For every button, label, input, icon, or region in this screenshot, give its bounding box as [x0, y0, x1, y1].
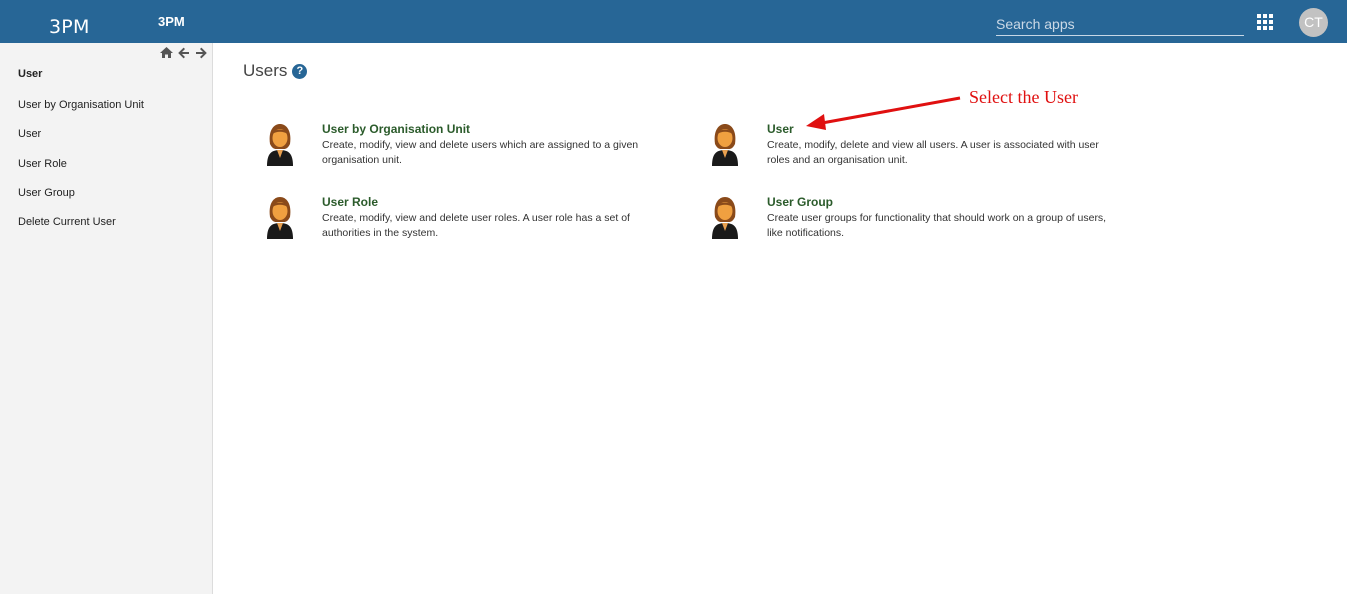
- apps-grid-icon[interactable]: [1257, 14, 1273, 30]
- annotation-arrow-icon: [806, 96, 961, 130]
- search-apps-input[interactable]: [996, 12, 1244, 36]
- card-description: Create user groups for functionality tha…: [767, 212, 1107, 239]
- card-title[interactable]: User Role: [322, 195, 378, 209]
- sidebar-item-user-group[interactable]: User Group: [18, 187, 144, 216]
- card-user-by-org-unit: User by Organisation Unit Create, modify…: [262, 122, 662, 182]
- annotation-label: Select the User: [969, 87, 1078, 107]
- sidebar-item-user-by-org-unit[interactable]: User by Organisation Unit: [18, 99, 144, 128]
- sidebar-menu: User by Organisation Unit User User Role…: [18, 99, 144, 245]
- question-circle-icon[interactable]: ?: [292, 63, 308, 79]
- sidebar-item-user[interactable]: User: [18, 128, 144, 157]
- card-description: Create, modify, view and delete user rol…: [322, 212, 630, 239]
- card-user-group: User Group Create user groups for functi…: [707, 195, 1107, 255]
- sidebar-title: User: [18, 68, 43, 80]
- card-title[interactable]: User by Organisation Unit: [322, 122, 470, 136]
- user-avatar[interactable]: CT: [1299, 8, 1328, 37]
- card-user-role: User Role Create, modify, view and delet…: [262, 195, 662, 255]
- app-logo[interactable]: 3PM: [49, 16, 90, 38]
- user-person-icon[interactable]: [262, 195, 298, 239]
- sidebar: User User by Organisation Unit User User…: [0, 43, 213, 594]
- home-icon[interactable]: [160, 47, 173, 59]
- card-title[interactable]: User: [767, 122, 794, 136]
- top-header-bar: 3PM 3PM CT: [0, 0, 1347, 43]
- card-title[interactable]: User Group: [767, 195, 833, 209]
- sidebar-item-delete-current-user[interactable]: Delete Current User: [18, 216, 144, 245]
- page-title-text: Users: [243, 61, 288, 80]
- sidebar-nav-icons: [160, 47, 207, 59]
- page-title: Users ?: [243, 61, 308, 81]
- app-title: 3PM: [158, 14, 185, 29]
- sidebar-item-user-role[interactable]: User Role: [18, 158, 144, 187]
- user-person-icon[interactable]: [262, 122, 298, 166]
- arrow-left-icon[interactable]: [178, 47, 190, 59]
- user-person-icon[interactable]: [707, 122, 743, 166]
- card-description: Create, modify, view and delete users wh…: [322, 139, 639, 166]
- card-description: Create, modify, delete and view all user…: [767, 139, 1099, 166]
- arrow-right-icon[interactable]: [195, 47, 207, 59]
- user-person-icon[interactable]: [707, 195, 743, 239]
